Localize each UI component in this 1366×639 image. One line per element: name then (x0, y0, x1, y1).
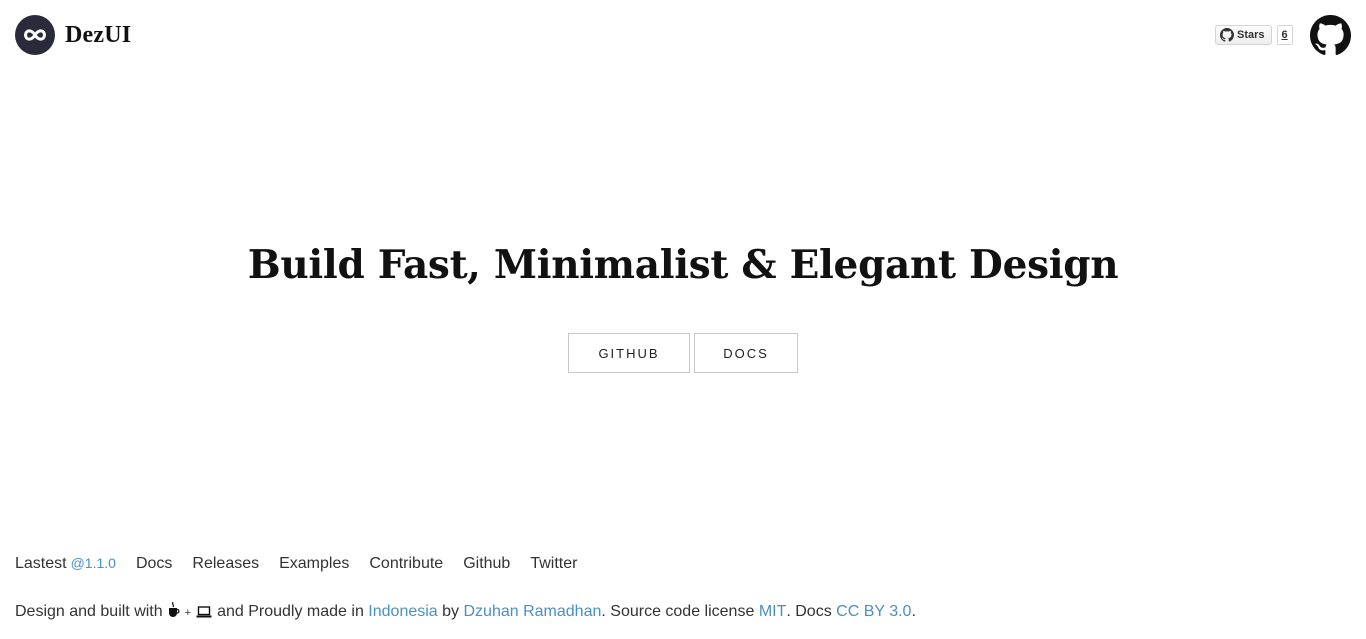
footer-credits: Design and built with + and Proudly made… (15, 600, 916, 621)
github-stars-label: Stars (1237, 29, 1265, 41)
github-stars-widget: Stars 6 (1215, 25, 1293, 45)
github-icon (1220, 28, 1234, 42)
credits-made-in: and Proudly made in (217, 603, 364, 620)
version-link[interactable]: @1.1.0 (71, 555, 116, 571)
github-corner-link[interactable] (1310, 15, 1351, 56)
github-button[interactable]: GITHUB (568, 333, 690, 373)
latest-label: Lastest (15, 555, 67, 572)
footer-link-github[interactable]: Github (463, 555, 510, 573)
laptop-icon (196, 606, 212, 618)
mit-license-link[interactable]: MIT (759, 603, 787, 621)
brand-logo-link[interactable]: DezUI (15, 15, 131, 55)
credits-by: by (442, 603, 460, 620)
github-stars-button[interactable]: Stars (1215, 25, 1272, 45)
github-stars-count[interactable]: 6 (1276, 25, 1293, 45)
credits-prefix: Design and built with (15, 603, 163, 620)
footer-link-twitter[interactable]: Twitter (530, 555, 577, 573)
license-text: . Source code license (601, 603, 755, 620)
dezui-logo-icon (15, 15, 55, 55)
hero-actions: GITHUB DOCS (0, 333, 1366, 373)
brand-name: DezUI (65, 21, 132, 48)
footer-link-contribute[interactable]: Contribute (369, 555, 443, 573)
latest-version: Lastest @1.1.0 (15, 555, 116, 573)
github-octocat-icon (1310, 15, 1351, 55)
docs-button[interactable]: DOCS (694, 333, 798, 373)
cc-license-link[interactable]: CC BY 3.0 (836, 603, 911, 621)
footer-link-examples[interactable]: Examples (279, 555, 349, 573)
docs-license-text: . Docs (786, 603, 832, 620)
author-link[interactable]: Dzuhan Ramadhan (464, 603, 602, 621)
country-link[interactable]: Indonesia (368, 603, 437, 621)
footer-nav: Lastest @1.1.0 Docs Releases Examples Con… (15, 555, 597, 573)
footer-link-releases[interactable]: Releases (192, 555, 259, 573)
credits-end: . (911, 603, 916, 620)
credits-plus: + (184, 607, 192, 619)
footer-link-docs[interactable]: Docs (136, 555, 172, 573)
hero-title: Build Fast, Minimalist & Elegant Design (247, 242, 1119, 288)
coffee-icon (168, 602, 180, 618)
